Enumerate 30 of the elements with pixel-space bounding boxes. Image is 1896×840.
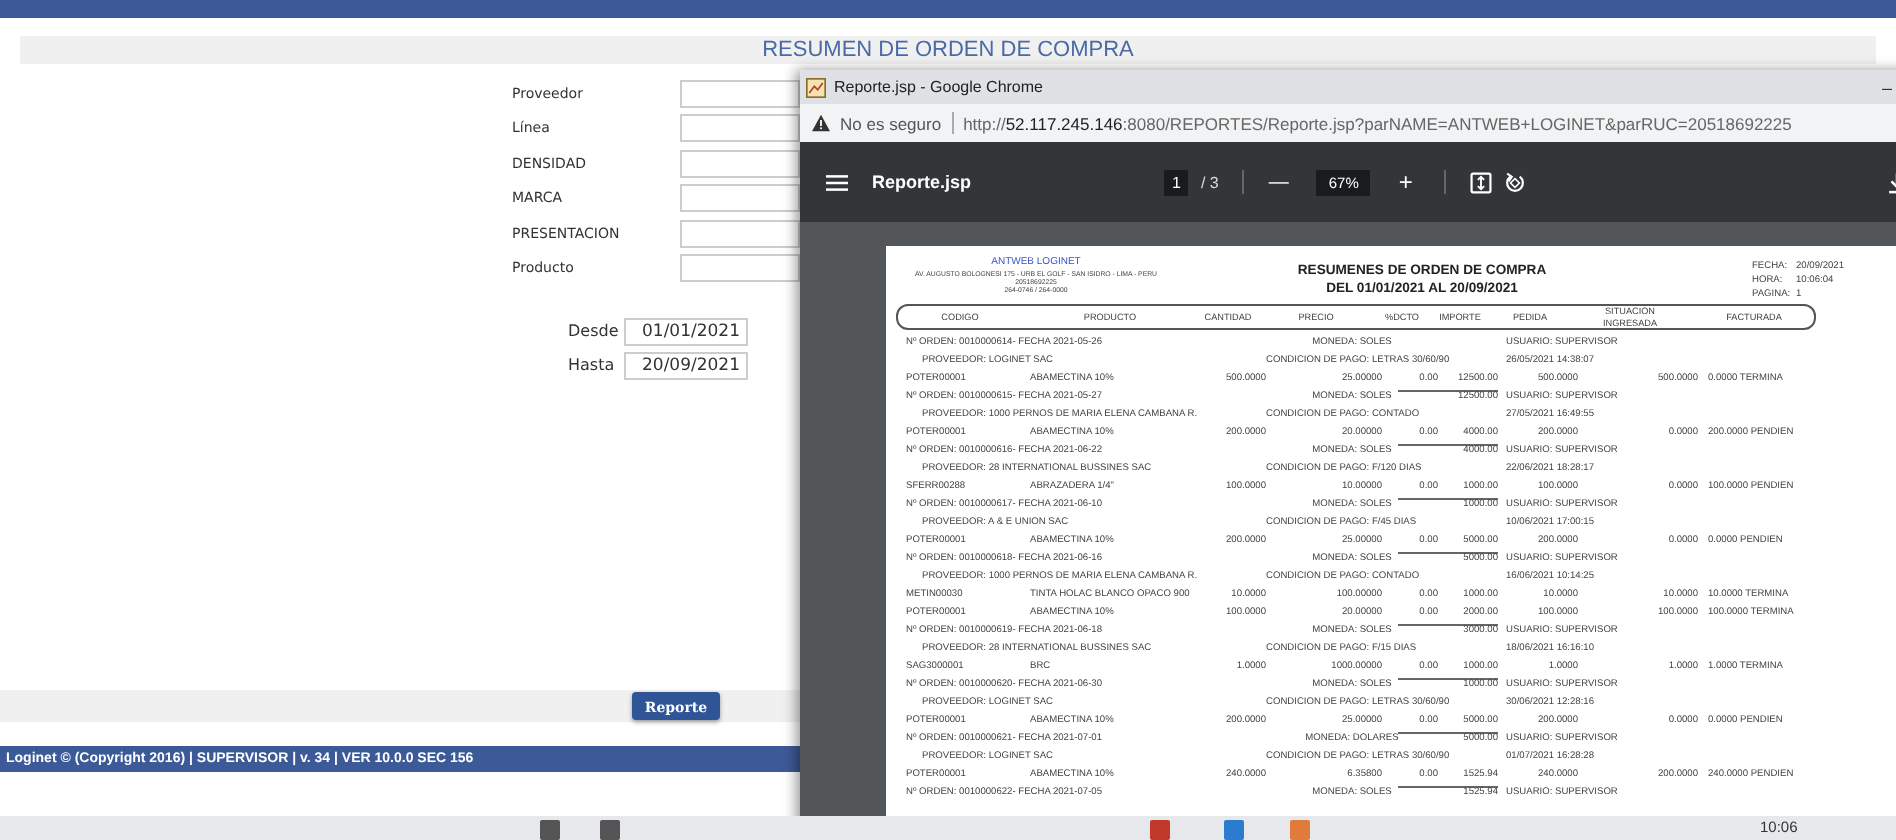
document-icon [806,77,826,97]
zoom-out-button[interactable]: — [1268,171,1289,193]
input-field[interactable] [680,254,800,283]
warning-icon [812,114,830,132]
input-field[interactable] [680,79,800,108]
fit-page-icon[interactable] [1470,171,1493,193]
app-icon[interactable] [1290,820,1310,840]
field-label: Desde [568,322,621,340]
file-name: Reporte.jsp [872,172,974,192]
page-title: RESUMEN DE ORDEN DE COMPRA [762,38,1134,62]
menu-icon[interactable] [826,171,848,193]
page-total: / 3 [1200,173,1219,191]
window-title: Reporte.jsp - Google Chrome [834,78,1043,96]
rotate-icon[interactable] [1504,171,1527,193]
app-icon[interactable] [540,820,560,840]
input-field[interactable] [680,219,800,248]
date-field[interactable]: 20/09/2021 [624,351,748,379]
app-icon[interactable] [1150,820,1170,840]
app-icon[interactable] [1224,820,1244,840]
field-label: Hasta [568,356,617,374]
input-field[interactable] [680,114,800,143]
page-number-field[interactable]: 1 [1164,169,1189,195]
zoom-in-button[interactable]: + [1398,168,1413,196]
input-field[interactable] [680,149,800,178]
security-label[interactable]: No es seguro [840,113,942,133]
date-field[interactable]: 01/01/2021 [624,317,748,345]
app-icon[interactable] [600,820,620,840]
input-field[interactable] [680,184,800,213]
url-text[interactable]: http://52.117.245.146:8080/REPORTES/Reporte.jsp?parNAME=ANTWEB+LOGINET&parRUC=20518692225 [963,113,1792,133]
minimize-button[interactable]: – [1881,77,1892,97]
